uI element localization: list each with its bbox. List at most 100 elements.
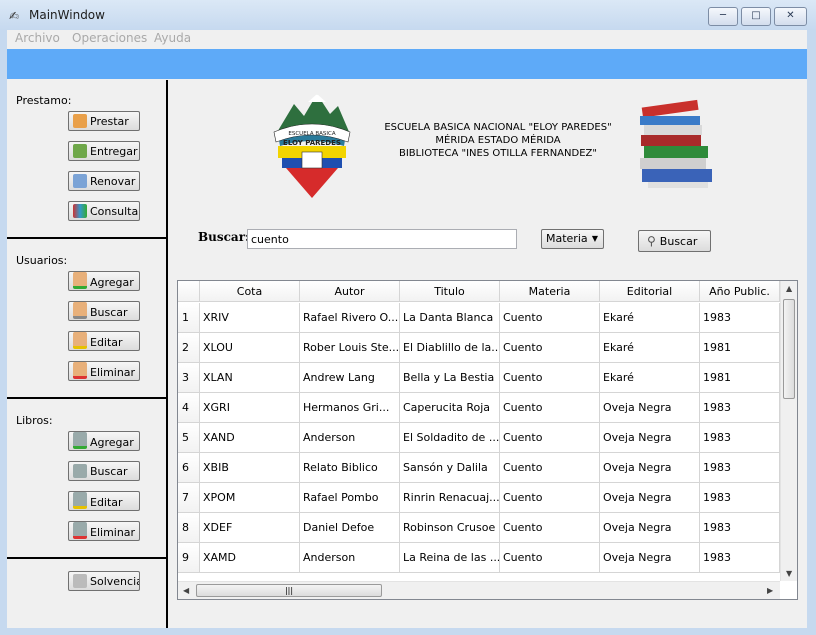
table-cell[interactable]: XLAN [200,363,300,393]
horizontal-scrollbar[interactable]: ◀ ||| ▶ [178,581,780,599]
search-field-select[interactable]: Materia ▼ [541,229,604,249]
table-cell[interactable]: Ekaré [600,303,700,333]
renovar-button[interactable]: Renovar [68,171,140,191]
close-button[interactable]: ✕ [774,7,807,26]
horizontal-scroll-thumb[interactable]: ||| [196,584,382,597]
table-cell[interactable]: Cuento [500,393,600,423]
table-cell[interactable]: 1983 [700,423,780,453]
table-cell[interactable]: Oveja Negra [600,393,700,423]
solvencia-button[interactable]: Solvencia [68,571,140,591]
table-cell[interactable]: XGRI [200,393,300,423]
row-number[interactable]: 4 [178,393,200,423]
search-button[interactable]: ⚲ Buscar [638,230,711,252]
table-cell[interactable]: 1983 [700,453,780,483]
table-cell[interactable]: 1983 [700,303,780,333]
table-cell[interactable]: La Reina de las ... [400,543,500,573]
edit-book-button[interactable]: Editar [68,491,140,511]
table-cell[interactable]: Hermanos Gri... [300,393,400,423]
column-header[interactable]: Cota [200,281,300,302]
table-cell[interactable]: Oveja Negra [600,543,700,573]
scroll-up-icon[interactable]: ▲ [786,284,792,293]
table-row[interactable]: 5 XAND Anderson El Soldadito de ... Cuento Ov… [178,423,780,453]
table-cell[interactable]: Rafael Pombo [300,483,400,513]
row-number[interactable]: 5 [178,423,200,453]
table-cell[interactable]: XRIV [200,303,300,333]
search-input[interactable] [247,229,517,249]
table-cell[interactable]: Anderson [300,543,400,573]
scroll-left-icon[interactable]: ◀ [183,586,189,595]
table-cell[interactable]: Rober Louis Ste... [300,333,400,363]
table-cell[interactable]: Cuento [500,543,600,573]
row-number[interactable]: 6 [178,453,200,483]
row-number[interactable]: 9 [178,543,200,573]
table-cell[interactable]: XDEF [200,513,300,543]
row-number[interactable]: 1 [178,303,200,333]
table-cell[interactable]: XBIB [200,453,300,483]
table-row[interactable]: 2 XLOU Rober Louis Ste... El Diablillo de l… [178,333,780,363]
entregar-button[interactable]: Entregar [68,141,140,161]
table-cell[interactable]: Ekaré [600,333,700,363]
table-cell[interactable]: La Danta Blanca [400,303,500,333]
prestar-button[interactable]: Prestar [68,111,140,131]
table-cell[interactable]: Cuento [500,453,600,483]
search-book-button[interactable]: Buscar [68,461,140,481]
table-row[interactable]: 4 XGRI Hermanos Gri... Caperucita Roja Cuent… [178,393,780,423]
table-row[interactable]: 9 XAMD Anderson La Reina de las ... Cuento Ov… [178,543,780,573]
table-cell[interactable]: XAND [200,423,300,453]
delete-user-button[interactable]: Eliminar [68,361,140,381]
menu-archivo[interactable]: Archivo [15,31,60,45]
table-cell[interactable]: XAMD [200,543,300,573]
table-cell[interactable]: Andrew Lang [300,363,400,393]
table-cell[interactable]: 1983 [700,543,780,573]
table-row[interactable]: 3 XLAN Andrew Lang Bella y La Bestia Cuento E… [178,363,780,393]
table-cell[interactable]: Bella y La Bestia [400,363,500,393]
scroll-right-icon[interactable]: ▶ [767,586,773,595]
column-header[interactable]: Año Public. [700,281,780,302]
table-cell[interactable]: Cuento [500,513,600,543]
vertical-scroll-thumb[interactable] [783,299,795,399]
table-cell[interactable]: XLOU [200,333,300,363]
table-cell[interactable]: Oveja Negra [600,513,700,543]
table-cell[interactable]: Oveja Negra [600,483,700,513]
consultar-button[interactable]: Consultar [68,201,140,221]
table-cell[interactable]: 1981 [700,333,780,363]
search-user-button[interactable]: Buscar [68,301,140,321]
column-header[interactable]: Titulo [400,281,500,302]
table-cell[interactable]: Anderson [300,423,400,453]
table-cell[interactable]: Cuento [500,333,600,363]
table-cell[interactable]: Cuento [500,483,600,513]
table-row[interactable]: 7 XPOM Rafael Pombo Rinrin Renacuaj... Cuent… [178,483,780,513]
table-cell[interactable]: Oveja Negra [600,423,700,453]
delete-book-button[interactable]: Eliminar [68,521,140,541]
table-row[interactable]: 6 XBIB Relato Biblico Sansón y Dalila Cuento… [178,453,780,483]
table-cell[interactable]: 1983 [700,393,780,423]
column-header[interactable]: Editorial [600,281,700,302]
table-cell[interactable]: Cuento [500,423,600,453]
add-book-button[interactable]: Agregar [68,431,140,451]
row-number[interactable]: 3 [178,363,200,393]
table-cell[interactable]: Cuento [500,303,600,333]
column-header[interactable]: Autor [300,281,400,302]
table-cell[interactable]: Ekaré [600,363,700,393]
table-row[interactable]: 8 XDEF Daniel Defoe Robinson Crusoe Cuento Ov… [178,513,780,543]
table-cell[interactable]: 1981 [700,363,780,393]
scroll-down-icon[interactable]: ▼ [786,569,792,578]
table-cell[interactable]: 1983 [700,483,780,513]
table-cell[interactable]: Sansón y Dalila [400,453,500,483]
table-row[interactable]: 1 XRIV Rafael Rivero O... La Danta Blanca Cu… [178,303,780,333]
table-cell[interactable]: Caperucita Roja [400,393,500,423]
maximize-button[interactable]: □ [741,7,771,26]
edit-user-button[interactable]: Editar [68,331,140,351]
table-cell[interactable]: Daniel Defoe [300,513,400,543]
row-number[interactable]: 7 [178,483,200,513]
table-cell[interactable]: El Soldadito de ... [400,423,500,453]
column-header[interactable]: Materia [500,281,600,302]
table-cell[interactable]: Robinson Crusoe [400,513,500,543]
table-cell[interactable]: Oveja Negra [600,453,700,483]
table-cell[interactable]: XPOM [200,483,300,513]
minimize-button[interactable]: ─ [708,7,738,26]
table-cell[interactable]: Rinrin Renacuaj... [400,483,500,513]
row-number[interactable]: 2 [178,333,200,363]
table-cell[interactable]: Rafael Rivero O... [300,303,400,333]
menu-operaciones[interactable]: Operaciones [72,31,147,45]
